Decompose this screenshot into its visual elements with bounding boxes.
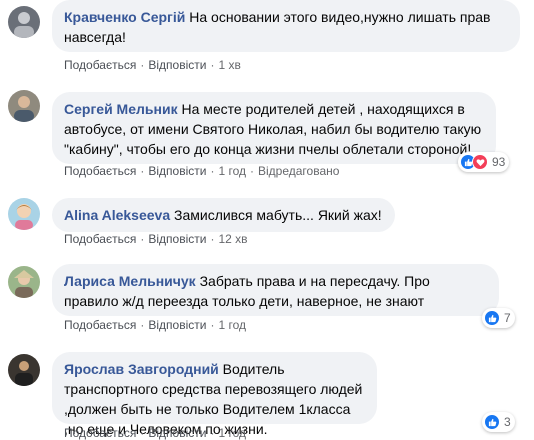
user-avatar-icon[interactable] (8, 266, 40, 298)
user-avatar-icon[interactable] (8, 198, 40, 230)
comment-bubble: Ярослав Завгородний Водитель транспортно… (52, 352, 377, 437)
like-link[interactable]: Подобається (64, 318, 136, 332)
comment-author[interactable]: Лариса Мельничук (64, 273, 196, 289)
reactions-badge[interactable]: 93 (458, 152, 510, 172)
like-icon (484, 310, 500, 326)
reply-link[interactable]: Відповісти (148, 232, 206, 246)
comment-author[interactable]: Кравченко Сергій (64, 9, 185, 25)
comment-bubble: Сергей Мельник На месте родителей детей … (52, 92, 496, 164)
comment-text: Замислився мабуть... Який жах! (174, 207, 382, 223)
comment-time[interactable]: 12 хв (218, 232, 247, 246)
like-link[interactable]: Подобається (64, 232, 136, 246)
user-avatar-icon[interactable] (8, 90, 40, 122)
reply-link[interactable]: Відповісти (148, 58, 206, 72)
like-icon (484, 414, 500, 430)
reaction-count: 3 (504, 415, 511, 429)
comment-time[interactable]: 1 хв (218, 58, 240, 72)
comment-author[interactable]: Ярослав Завгородний (64, 361, 219, 377)
reactions-badge[interactable]: 3 (482, 412, 515, 432)
comment-actions: Подобається · Відповісти · 1 хв (64, 58, 241, 72)
comment-actions: Подобається · Відповісти · 12 хв (64, 232, 248, 246)
user-avatar-icon[interactable] (8, 6, 40, 38)
comment-author[interactable]: Alina Alekseeva (64, 207, 170, 223)
reactions-badge[interactable]: 7 (482, 308, 515, 328)
comment-bubble: Кравченко Сергій На основании этого виде… (52, 0, 520, 52)
comment-bubble: Лариса Мельничук Забрать права и на пере… (52, 264, 499, 316)
reaction-count: 93 (492, 155, 506, 169)
like-link[interactable]: Подобається (64, 164, 136, 178)
comment-bubble: Alina Alekseeva Замислився мабуть... Яки… (52, 198, 395, 232)
user-avatar-icon[interactable] (8, 354, 40, 386)
reply-link[interactable]: Відповісти (148, 164, 206, 178)
comment-time[interactable]: 1 год (218, 318, 246, 332)
comment-actions: Подобається · Відповісти · 1 год (64, 318, 246, 332)
reply-link[interactable]: Відповісти (148, 318, 206, 332)
comment-author[interactable]: Сергей Мельник (64, 101, 178, 117)
like-link[interactable]: Подобається (64, 58, 136, 72)
reaction-count: 7 (504, 311, 511, 325)
comment-time[interactable]: 1 год (218, 164, 246, 178)
comment-actions: Подобається · Відповісти · 1 год · Відредагова… (64, 164, 340, 178)
edited-label[interactable]: Відредаговано (258, 164, 339, 178)
love-icon (472, 154, 488, 170)
